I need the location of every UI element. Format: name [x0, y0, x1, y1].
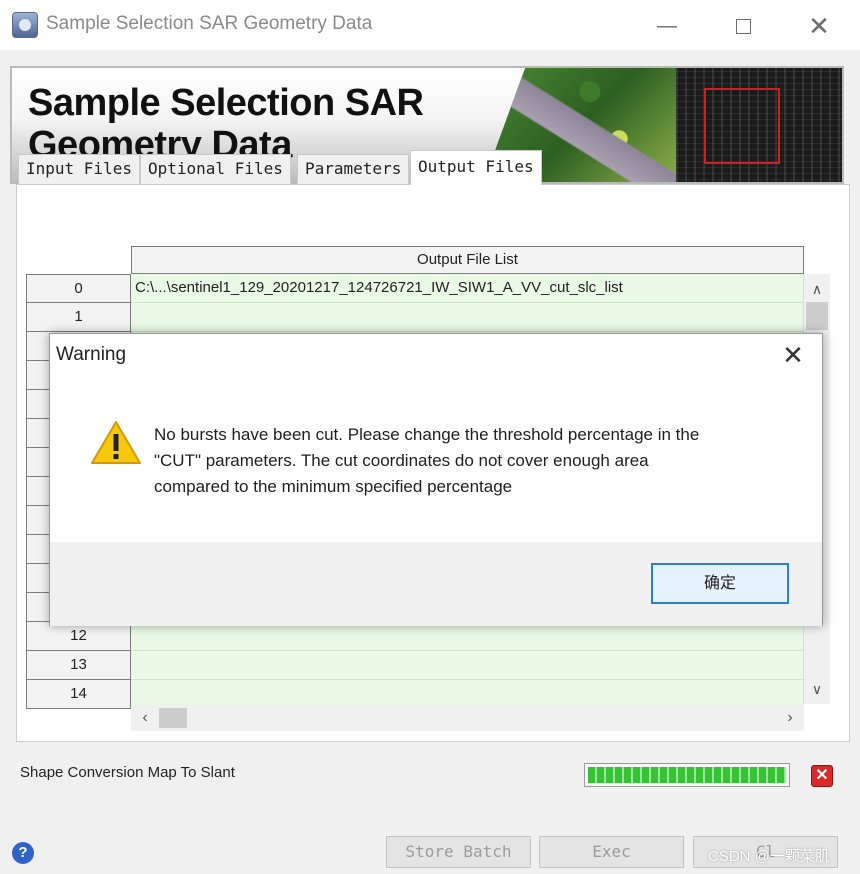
app-icon [12, 12, 38, 38]
window-title: Sample Selection SAR Geometry Data [46, 13, 373, 34]
ok-button[interactable]: 确定 [651, 563, 789, 604]
help-icon[interactable]: ? [12, 842, 34, 864]
table-cell[interactable]: C:\...\sentinel1_129_20201217_124726721_… [131, 274, 804, 303]
row-header[interactable]: 0 [26, 274, 131, 303]
table-row: 0 C:\...\sentinel1_129_20201217_12472672… [26, 274, 804, 303]
table-row: 13 [26, 651, 804, 680]
window-titlebar: Sample Selection SAR Geometry Data — ✕ [0, 0, 860, 50]
warning-dialog: Warning ✕ No bursts have been cut. Pleas… [49, 333, 823, 626]
vertical-scroll-thumb[interactable] [806, 302, 828, 330]
table-cell[interactable] [131, 622, 804, 651]
scroll-down-icon[interactable]: ∨ [804, 676, 830, 702]
row-header[interactable]: 14 [26, 680, 131, 709]
warning-triangle-icon [91, 421, 141, 464]
cancel-icon[interactable]: ✕ [811, 765, 833, 787]
row-header[interactable]: 12 [26, 622, 131, 651]
window-close-button[interactable]: ✕ [804, 12, 834, 40]
row-header[interactable]: 1 [26, 303, 131, 332]
dialog-title: Warning [56, 344, 127, 365]
table-cell[interactable] [131, 651, 804, 680]
tab-input-files[interactable]: Input Files [18, 154, 140, 184]
exec-button[interactable]: Exec [539, 836, 684, 868]
horizontal-scrollbar[interactable]: ‹ › [131, 705, 804, 731]
column-header-output-file-list[interactable]: Output File List [131, 246, 804, 274]
dialog-message-line1: No bursts have been cut. Please change t… [154, 425, 700, 444]
dialog-message-line3: compared to the minimum specified percen… [154, 477, 513, 496]
maximize-icon [735, 19, 751, 34]
scroll-right-icon[interactable]: › [780, 705, 800, 731]
dialog-message: No bursts have been cut. Please change t… [154, 422, 794, 500]
dialog-message-line2: "CUT" parameters. The cut coordinates do… [154, 451, 649, 470]
tab-optional-files[interactable]: Optional Files [140, 154, 291, 184]
watermark: CSDN @一颗菜肌 [708, 848, 830, 865]
table-row: 12 [26, 622, 804, 651]
tab-parameters[interactable]: Parameters [297, 154, 410, 184]
row-header[interactable]: 13 [26, 651, 131, 680]
minimize-button[interactable]: — [652, 12, 682, 40]
store-batch-button[interactable]: Store Batch [386, 836, 531, 868]
table-cell[interactable] [131, 303, 804, 332]
table-row: 1 [26, 303, 804, 332]
horizontal-scroll-thumb[interactable] [159, 708, 187, 728]
tab-output-files[interactable]: Output Files [410, 150, 542, 185]
dialog-close-button[interactable]: ✕ [778, 340, 808, 370]
selection-rectangle [704, 88, 780, 164]
maximize-button[interactable] [728, 12, 758, 40]
progress-fill [588, 767, 786, 783]
progress-bar [584, 763, 790, 787]
banner-title-line1: Sample Selection SAR [28, 82, 424, 124]
scroll-left-icon[interactable]: ‹ [135, 705, 155, 731]
status-label: Shape Conversion Map To Slant [20, 764, 235, 781]
scroll-up-icon[interactable]: ∧ [804, 276, 830, 302]
